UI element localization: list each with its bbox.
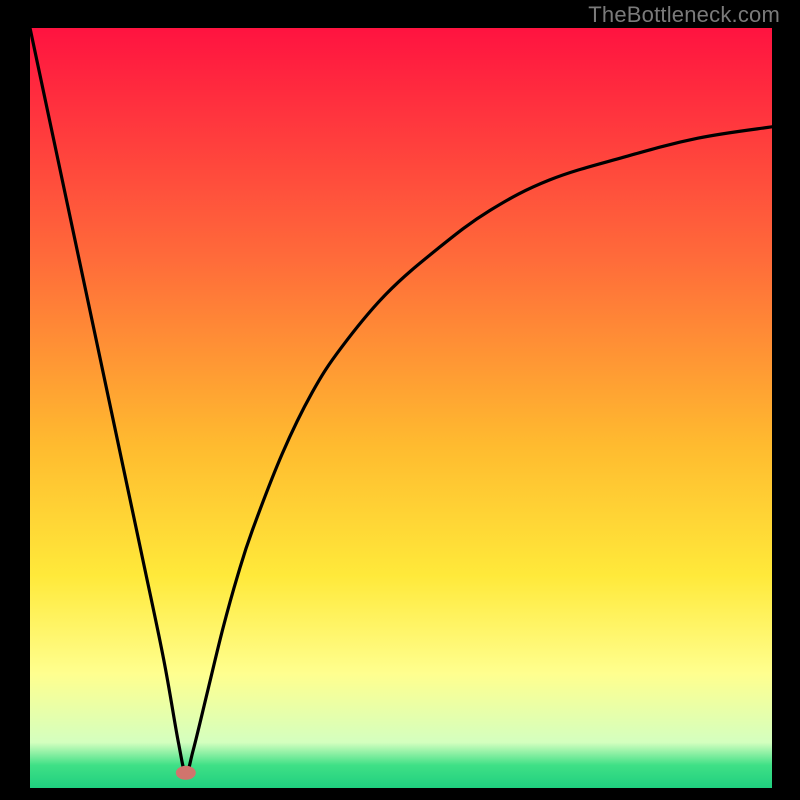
bottleneck-chart: [30, 28, 772, 788]
chart-frame: TheBottleneck.com: [0, 0, 800, 800]
plot-background: [30, 28, 772, 788]
minimum-marker: [176, 766, 196, 780]
watermark-label: TheBottleneck.com: [588, 2, 780, 28]
